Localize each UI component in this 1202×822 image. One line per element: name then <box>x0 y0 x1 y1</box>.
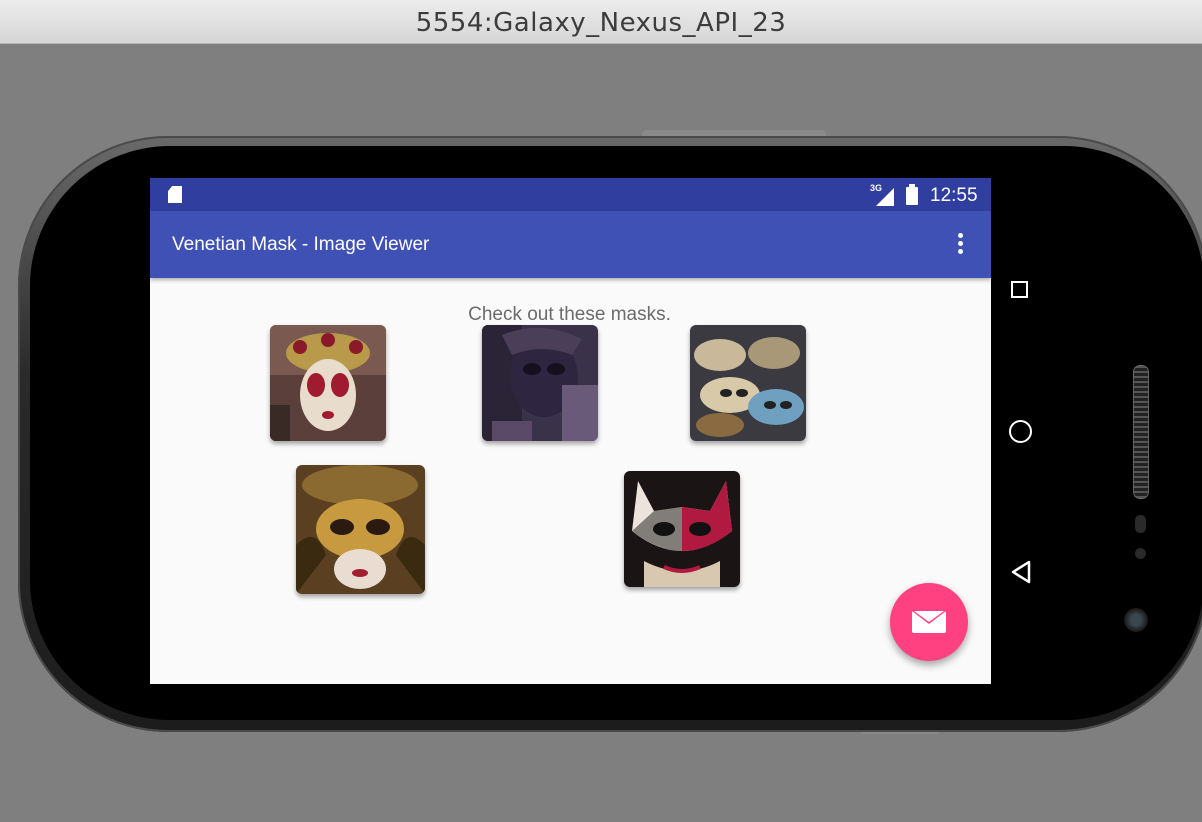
signal-icon <box>876 188 894 206</box>
device-sensor <box>1135 515 1146 533</box>
device-speaker <box>1133 365 1149 499</box>
mask-image-3[interactable] <box>690 325 806 441</box>
status-clock: 12:55 <box>930 185 978 206</box>
caption-text: Check out these masks. <box>468 304 671 325</box>
battery-icon <box>906 184 918 205</box>
mask-image-5[interactable] <box>624 471 740 587</box>
mask-image-1[interactable] <box>270 325 386 441</box>
back-icon[interactable] <box>1010 560 1032 584</box>
email-fab-button[interactable] <box>890 583 968 661</box>
window-title: 5554:Galaxy_Nexus_API_23 <box>415 8 787 38</box>
home-icon[interactable] <box>1009 420 1032 443</box>
more-vert-icon[interactable] <box>950 231 970 259</box>
front-camera-icon <box>1124 608 1148 632</box>
content-caption: Check out these masks. <box>150 304 991 326</box>
app-title: Venetian Mask - Image Viewer <box>172 234 430 255</box>
app-bar: Venetian Mask - Image Viewer <box>150 211 991 278</box>
sd-card-icon <box>168 186 182 203</box>
mask-image-2[interactable] <box>482 325 598 441</box>
device-sensor-dot <box>1135 548 1146 559</box>
email-icon <box>912 611 946 633</box>
window-titlebar: 5554:Galaxy_Nexus_API_23 <box>0 0 1202 44</box>
mask-image-4[interactable] <box>296 465 425 594</box>
status-bar: 3G 12:55 <box>150 178 991 211</box>
device-screen: 3G 12:55 Venetian Mask - Image Viewer Ch… <box>150 178 991 684</box>
recents-icon[interactable] <box>1011 281 1028 298</box>
